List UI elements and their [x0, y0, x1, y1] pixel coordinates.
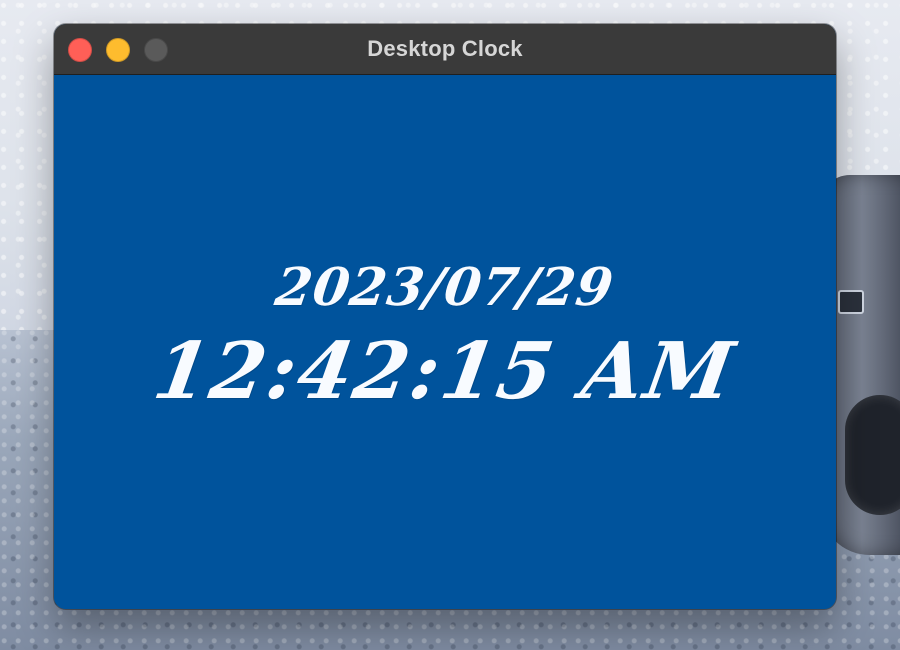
window-title: Desktop Clock: [367, 36, 523, 61]
clock-display: 2023/07/29 12:42:15 AM: [54, 257, 836, 417]
clock-content: 2023/07/29 12:42:15 AM: [54, 75, 836, 609]
aircraft-window: [838, 290, 864, 314]
clock-date: 2023/07/29: [271, 257, 619, 318]
clock-time: 12:42:15 AM: [148, 326, 742, 417]
desktop-clock-window: Desktop Clock 2023/07/29 12:42:15 AM: [54, 24, 836, 609]
window-titlebar[interactable]: Desktop Clock: [54, 24, 836, 75]
aircraft-wheel: [845, 395, 900, 515]
